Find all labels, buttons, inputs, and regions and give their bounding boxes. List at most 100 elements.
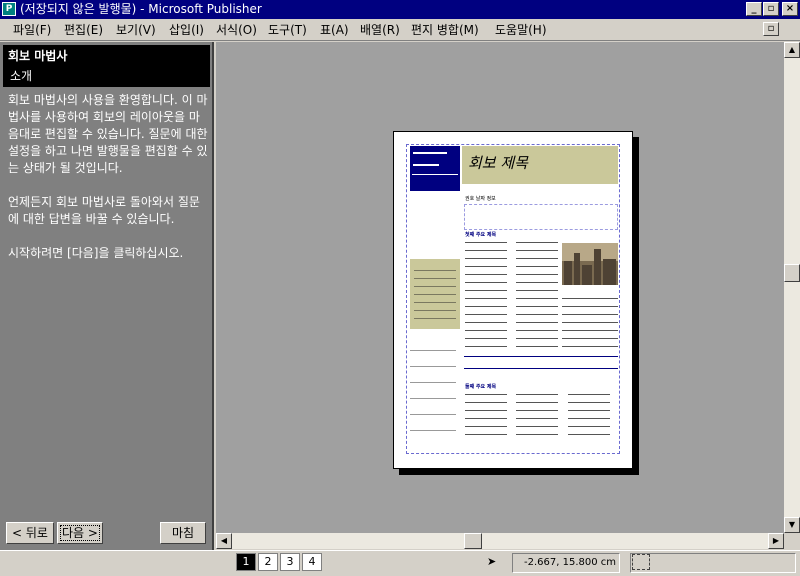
text-placeholders xyxy=(394,132,634,470)
text-line xyxy=(562,330,618,331)
title-bar[interactable]: P (저장되지 않은 발행물) - Microsoft Publisher _ … xyxy=(0,0,800,19)
text-line xyxy=(465,298,507,299)
window-title: (저장되지 않은 발행물) - Microsoft Publisher xyxy=(20,2,262,16)
text-line xyxy=(414,286,456,287)
toc-entry-line xyxy=(410,350,456,351)
text-line xyxy=(414,318,456,319)
text-line xyxy=(516,330,558,331)
vertical-scrollbar[interactable]: ▲ ▼ xyxy=(784,42,800,533)
menu-bar: 파일(F) 편집(E) 보기(V) 삽입(I) 서식(O) 도구(T) 표(A)… xyxy=(0,19,800,41)
menu-format[interactable]: 서식(O) xyxy=(216,22,257,38)
size-well xyxy=(630,553,796,573)
text-line xyxy=(568,410,610,411)
close-button[interactable]: × xyxy=(782,2,798,16)
scrollbar-corner xyxy=(784,533,800,549)
restore-button[interactable]: ▫ xyxy=(763,2,779,16)
text-line xyxy=(516,418,558,419)
toc-entry-line xyxy=(410,382,456,383)
text-line xyxy=(516,426,558,427)
wizard-step-name: 소개 xyxy=(10,69,33,83)
menu-help[interactable]: 도움말(H) xyxy=(495,22,547,38)
text-line xyxy=(516,274,558,275)
text-line xyxy=(562,314,618,315)
text-line xyxy=(562,346,618,347)
object-size-icon xyxy=(632,554,650,570)
page-1-button[interactable]: 1 xyxy=(236,553,256,571)
back-button[interactable]: < 뒤로 xyxy=(6,522,54,544)
text-line xyxy=(568,426,610,427)
scroll-right-button[interactable]: ▶ xyxy=(768,533,784,549)
text-line xyxy=(516,242,558,243)
text-line xyxy=(465,394,507,395)
menu-view[interactable]: 보기(V) xyxy=(116,22,156,38)
scroll-left-button[interactable]: ◀ xyxy=(216,533,232,549)
scroll-up-button[interactable]: ▲ xyxy=(784,42,800,58)
menu-edit[interactable]: 편집(E) xyxy=(64,22,103,38)
horizontal-scroll-thumb[interactable] xyxy=(464,533,482,549)
text-line xyxy=(568,394,610,395)
text-line xyxy=(562,306,618,307)
text-line xyxy=(414,278,456,279)
toc-entry-line xyxy=(410,430,456,431)
page-2-button[interactable]: 2 xyxy=(258,553,278,571)
text-line xyxy=(465,426,507,427)
text-line xyxy=(465,250,507,251)
menu-table[interactable]: 표(A) xyxy=(320,22,349,38)
text-line xyxy=(516,410,558,411)
text-line xyxy=(516,394,558,395)
toc-entry-line xyxy=(410,366,456,367)
publisher-app-icon[interactable]: P xyxy=(2,2,16,16)
text-line xyxy=(568,418,610,419)
toc-entry-line xyxy=(410,398,456,399)
next-button[interactable]: 다음 > xyxy=(57,522,103,544)
text-line xyxy=(465,282,507,283)
text-line xyxy=(414,310,456,311)
text-line xyxy=(465,402,507,403)
text-line xyxy=(465,434,507,435)
text-line xyxy=(465,314,507,315)
text-line xyxy=(516,282,558,283)
horizontal-scrollbar[interactable]: ◀ ▶ xyxy=(216,533,784,549)
text-line xyxy=(516,306,558,307)
text-line xyxy=(516,258,558,259)
page-4-button[interactable]: 4 xyxy=(302,553,322,571)
text-line xyxy=(562,322,618,323)
text-line xyxy=(568,402,610,403)
text-line xyxy=(465,242,507,243)
text-line xyxy=(562,298,618,299)
text-line xyxy=(568,434,610,435)
text-line xyxy=(465,322,507,323)
text-line xyxy=(414,294,456,295)
menu-tools[interactable]: 도구(T) xyxy=(268,22,307,38)
text-line xyxy=(516,314,558,315)
page-3-button[interactable]: 3 xyxy=(280,553,300,571)
wizard-paragraph: 회보 마법사의 사용을 환영합니다. 이 마법사를 사용하여 회보의 레이아웃을… xyxy=(8,93,208,175)
text-line xyxy=(516,250,558,251)
newsletter-page[interactable]: 회보 제목 권호 날짜 정보 첫째 주요 제목 둘째 주요 제목 xyxy=(393,131,633,469)
finish-button[interactable]: 마침 xyxy=(160,522,206,544)
menu-mail-merge[interactable]: 편지 병합(M) xyxy=(411,22,479,38)
cursor-coordinates: -2.667, 15.800 cm xyxy=(524,557,617,568)
wizard-description: 회보 마법사의 사용을 환영합니다. 이 마법사를 사용하여 회보의 레이아웃을… xyxy=(8,92,210,279)
text-line xyxy=(516,322,558,323)
vertical-scroll-thumb[interactable] xyxy=(784,264,800,282)
text-line xyxy=(516,434,558,435)
text-line xyxy=(562,338,618,339)
text-line xyxy=(465,290,507,291)
wizard-paragraph: 언제든지 회보 마법사로 돌아와서 질문에 대한 답변을 바꿀 수 있습니다. xyxy=(8,195,200,226)
wizard-title: 회보 마법사 xyxy=(8,49,68,63)
menu-file[interactable]: 파일(F) xyxy=(13,22,51,38)
text-line xyxy=(465,266,507,267)
text-line xyxy=(465,346,507,347)
text-line xyxy=(465,418,507,419)
text-line xyxy=(465,274,507,275)
scroll-down-button[interactable]: ▼ xyxy=(784,517,800,533)
text-line xyxy=(465,410,507,411)
minimize-button[interactable]: _ xyxy=(746,2,762,16)
menu-insert[interactable]: 삽입(I) xyxy=(169,22,204,38)
document-restore-button[interactable]: ▫ xyxy=(763,22,779,36)
toc-entry-line xyxy=(410,414,456,415)
text-line xyxy=(516,402,558,403)
text-line xyxy=(516,298,558,299)
menu-arrange[interactable]: 배열(R) xyxy=(360,22,400,38)
